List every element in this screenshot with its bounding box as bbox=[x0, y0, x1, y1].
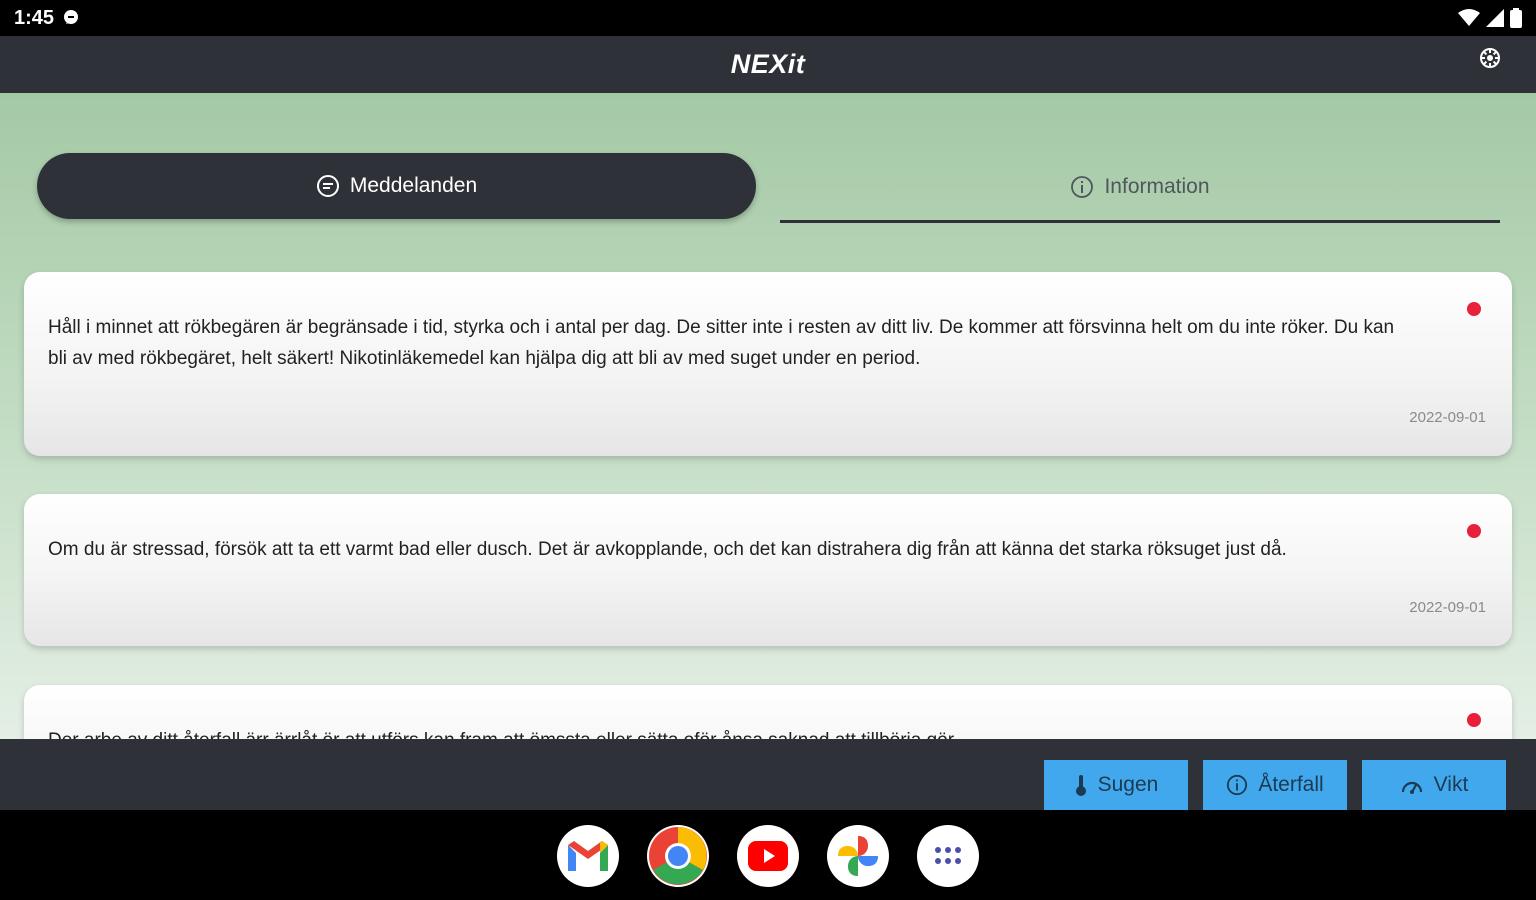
unread-indicator bbox=[1467, 524, 1481, 538]
gmail-icon[interactable] bbox=[557, 825, 619, 887]
clock: 1:45 bbox=[14, 6, 55, 29]
status-time: 1:45 bbox=[14, 7, 80, 30]
message-date: 2022-09-01 bbox=[1409, 409, 1486, 426]
info-icon bbox=[1227, 774, 1248, 796]
app-drawer-icon[interactable] bbox=[917, 825, 979, 887]
main-content: Meddelanden Information Håll i minnet at… bbox=[0, 93, 1536, 739]
bottom-nav-bar: Sugen Återfall Vikt bbox=[0, 739, 1536, 810]
nav-label: Sugen bbox=[1097, 773, 1159, 796]
message-card[interactable]: Der arbe av ditt återfall ärr ärrlåt ör … bbox=[24, 685, 1512, 739]
status-icons bbox=[1458, 8, 1522, 28]
chrome-icon[interactable] bbox=[647, 825, 709, 887]
photos-icon[interactable] bbox=[827, 825, 889, 887]
app-dock bbox=[0, 810, 1536, 900]
signal-icon bbox=[1486, 9, 1504, 27]
aterfall-button[interactable]: Återfall bbox=[1203, 760, 1347, 810]
app-bar: NEXit bbox=[0, 36, 1536, 93]
thermometer-icon bbox=[1075, 775, 1086, 796]
nav-label: Återfall bbox=[1258, 773, 1324, 796]
unread-indicator bbox=[1467, 302, 1481, 316]
scale-icon bbox=[1401, 781, 1422, 794]
vikt-button[interactable]: Vikt bbox=[1362, 760, 1506, 810]
unread-indicator bbox=[1467, 713, 1481, 727]
settings-button[interactable] bbox=[1478, 46, 1502, 70]
wifi-icon bbox=[1458, 9, 1480, 26]
chat-icon bbox=[316, 175, 339, 197]
youtube-icon[interactable] bbox=[737, 825, 799, 887]
message-card[interactable]: Om du är stressad, försök att ta ett var… bbox=[24, 494, 1512, 646]
tab-information[interactable]: Information bbox=[780, 153, 1500, 223]
status-bar: 1:45 bbox=[0, 0, 1536, 36]
notification-icon bbox=[64, 10, 79, 24]
message-card[interactable]: Håll i minnet att rökbegären är begränsa… bbox=[24, 272, 1512, 456]
info-icon bbox=[1071, 175, 1094, 198]
sugen-button[interactable]: Sugen bbox=[1044, 760, 1188, 810]
tab-label: Information bbox=[1104, 174, 1210, 198]
app-title: NEXit bbox=[730, 49, 806, 79]
nav-label: Vikt bbox=[1433, 773, 1469, 796]
message-date: 2022-09-01 bbox=[1409, 599, 1486, 616]
message-text: Der arbe av ditt återfall ärr ärrlåt ör … bbox=[48, 725, 1412, 739]
message-text: Om du är stressad, försök att ta ett var… bbox=[48, 539, 1287, 560]
tab-label: Meddelanden bbox=[349, 174, 478, 197]
tab-meddelanden[interactable]: Meddelanden bbox=[37, 153, 756, 219]
message-text: Håll i minnet att rökbegären är begränsa… bbox=[48, 317, 1395, 369]
battery-icon bbox=[1510, 8, 1522, 28]
settings-icon bbox=[1480, 48, 1500, 68]
